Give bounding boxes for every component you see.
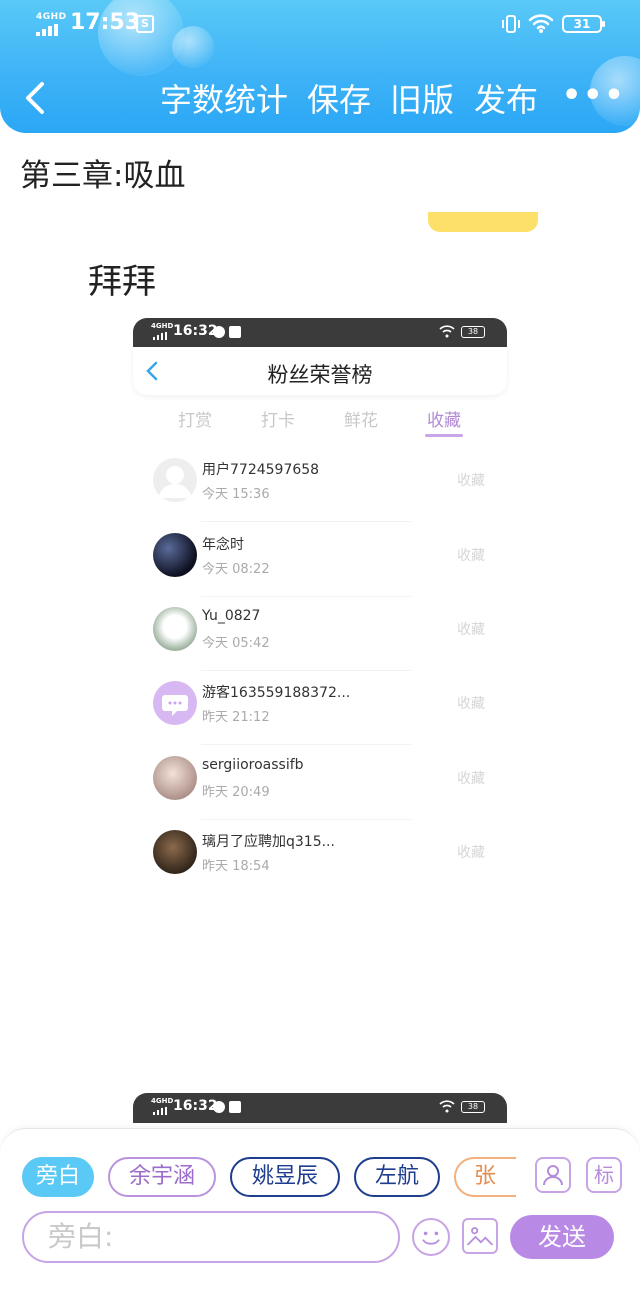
action-label: 收藏 <box>457 473 485 489</box>
person-icon <box>543 1165 563 1186</box>
chip-narrator[interactable]: 旁白 <box>22 1157 94 1197</box>
embedded-signal-type: 4GHD <box>151 1097 174 1105</box>
signal-type: 4GHD <box>36 12 67 22</box>
user-time: 今天 15:36 <box>202 487 270 502</box>
action-label: 收藏 <box>457 548 485 564</box>
user-time: 昨天 21:12 <box>202 710 270 725</box>
embedded-signal-icon <box>153 332 167 340</box>
embedded-tabs: 打赏 打卡 鲜花 收藏 <box>133 400 507 440</box>
chip-character[interactable]: 张峻 <box>454 1157 516 1197</box>
action-label: 收藏 <box>457 845 485 861</box>
list-item: sergiioroassifb 昨天 20:49 收藏 <box>151 746 501 820</box>
status-bar: 4GHD 17:53 S 31 <box>0 0 640 52</box>
top-bar: 4GHD 17:53 S 31 字数统计 保存 旧版 发布 ••• <box>0 0 640 133</box>
action-label: 收藏 <box>457 771 485 787</box>
add-character-button[interactable] <box>535 1157 571 1193</box>
user-name: Yu_0827 <box>202 608 261 624</box>
tab-checkin: 打卡 <box>261 411 295 431</box>
action-label: 收藏 <box>457 696 485 712</box>
embedded-screenshot[interactable]: 4GHD 16:32 38 粉丝荣誉榜 打赏 打卡 鲜花 收藏 用户772459… <box>133 318 507 880</box>
list-item: Yu_0827 今天 05:42 收藏 <box>151 597 501 671</box>
vibrate-icon <box>502 15 520 33</box>
embedded-compass-icon <box>213 1101 225 1113</box>
embedded-signal-type: 4GHD <box>151 322 174 330</box>
embedded-status-time: 16:32 <box>173 323 218 339</box>
embedded-title: 粉丝荣誉榜 <box>267 363 373 387</box>
embedded-signal-icon <box>153 1107 167 1115</box>
embedded-battery-icon: 38 <box>461 1101 485 1113</box>
battery-icon: 31 <box>562 15 605 33</box>
embedded-wifi-icon <box>439 1100 455 1113</box>
tab-reward: 打赏 <box>178 411 212 431</box>
avatar <box>153 830 197 874</box>
embedded-status-time: 16:32 <box>173 1098 218 1114</box>
avatar <box>153 607 197 651</box>
user-name: 游客163559188372... <box>202 685 351 701</box>
embedded-wifi-icon <box>439 325 455 338</box>
embedded-battery-icon: 38 <box>461 326 485 338</box>
chapter-title[interactable]: 第三章:吸血 <box>20 150 185 195</box>
wifi-icon <box>528 14 554 33</box>
editor-screen: 4GHD 17:53 S 31 字数统计 保存 旧版 发布 ••• 第三章:吸血 <box>0 0 640 1298</box>
user-name: 用户7724597658 <box>202 462 320 478</box>
send-button[interactable]: 发送 <box>510 1215 614 1259</box>
chip-character[interactable]: 余宇涵 <box>108 1157 216 1197</box>
avatar <box>153 756 197 800</box>
dialogue-input[interactable]: 旁白: <box>22 1211 400 1263</box>
action-label: 收藏 <box>457 622 485 638</box>
tab-favorites: 收藏 <box>427 411 461 431</box>
tab-flowers: 鲜花 <box>344 411 378 431</box>
user-name: sergiioroassifb <box>202 757 304 773</box>
list-item: 游客163559188372... 昨天 21:12 收藏 <box>151 671 501 745</box>
embedded-app-icon <box>229 1101 241 1113</box>
avatar <box>153 681 197 725</box>
embedded-screenshot-2[interactable]: 4GHD 16:32 38 <box>133 1093 507 1123</box>
avatar <box>153 533 197 577</box>
chip-character[interactable]: 左航 <box>354 1157 440 1197</box>
list-item: 用户7724597658 今天 15:36 收藏 <box>151 448 501 522</box>
active-tab-underline <box>425 434 463 437</box>
word-count-button[interactable]: 字数统计 <box>160 78 288 122</box>
avatar <box>153 458 197 502</box>
user-time: 昨天 18:54 <box>202 859 270 874</box>
chip-character[interactable]: 姚昱辰 <box>230 1157 340 1197</box>
user-time: 今天 08:22 <box>202 562 270 577</box>
publish-button[interactable]: 发布 <box>474 78 538 122</box>
app-notification-icon: S <box>136 15 154 33</box>
embedded-compass-icon <box>213 326 225 338</box>
bottom-input-panel: 旁白 余宇涵 姚昱辰 左航 张峻 标 旁白: 发送 <box>0 1128 640 1298</box>
status-time: 17:53 <box>70 10 141 35</box>
list-item: 璃月了应聘加q315... 昨天 18:54 收藏 <box>151 820 501 894</box>
tag-button[interactable]: 标 <box>586 1157 622 1193</box>
yellow-decor-tab <box>428 212 538 232</box>
embedded-status-bar: 4GHD 16:32 38 <box>133 318 507 347</box>
old-version-button[interactable]: 旧版 <box>390 78 454 122</box>
user-time: 今天 05:42 <box>202 636 270 651</box>
embedded-app-icon <box>229 326 241 338</box>
user-name: 璃月了应聘加q315... <box>202 834 335 850</box>
more-options-button[interactable]: ••• <box>562 78 624 114</box>
user-name: 年念时 <box>202 537 244 553</box>
signal-icon <box>36 24 62 36</box>
emoji-icon[interactable] <box>412 1218 450 1256</box>
list-item: 年念时 今天 08:22 收藏 <box>151 523 501 597</box>
image-icon[interactable] <box>462 1218 498 1254</box>
back-arrow-icon[interactable] <box>20 80 50 116</box>
embedded-nav-bar: 粉丝荣誉榜 <box>133 347 507 395</box>
user-time: 昨天 20:49 <box>202 785 270 800</box>
save-button[interactable]: 保存 <box>307 78 371 122</box>
paragraph-text[interactable]: 拜拜 <box>88 254 156 303</box>
